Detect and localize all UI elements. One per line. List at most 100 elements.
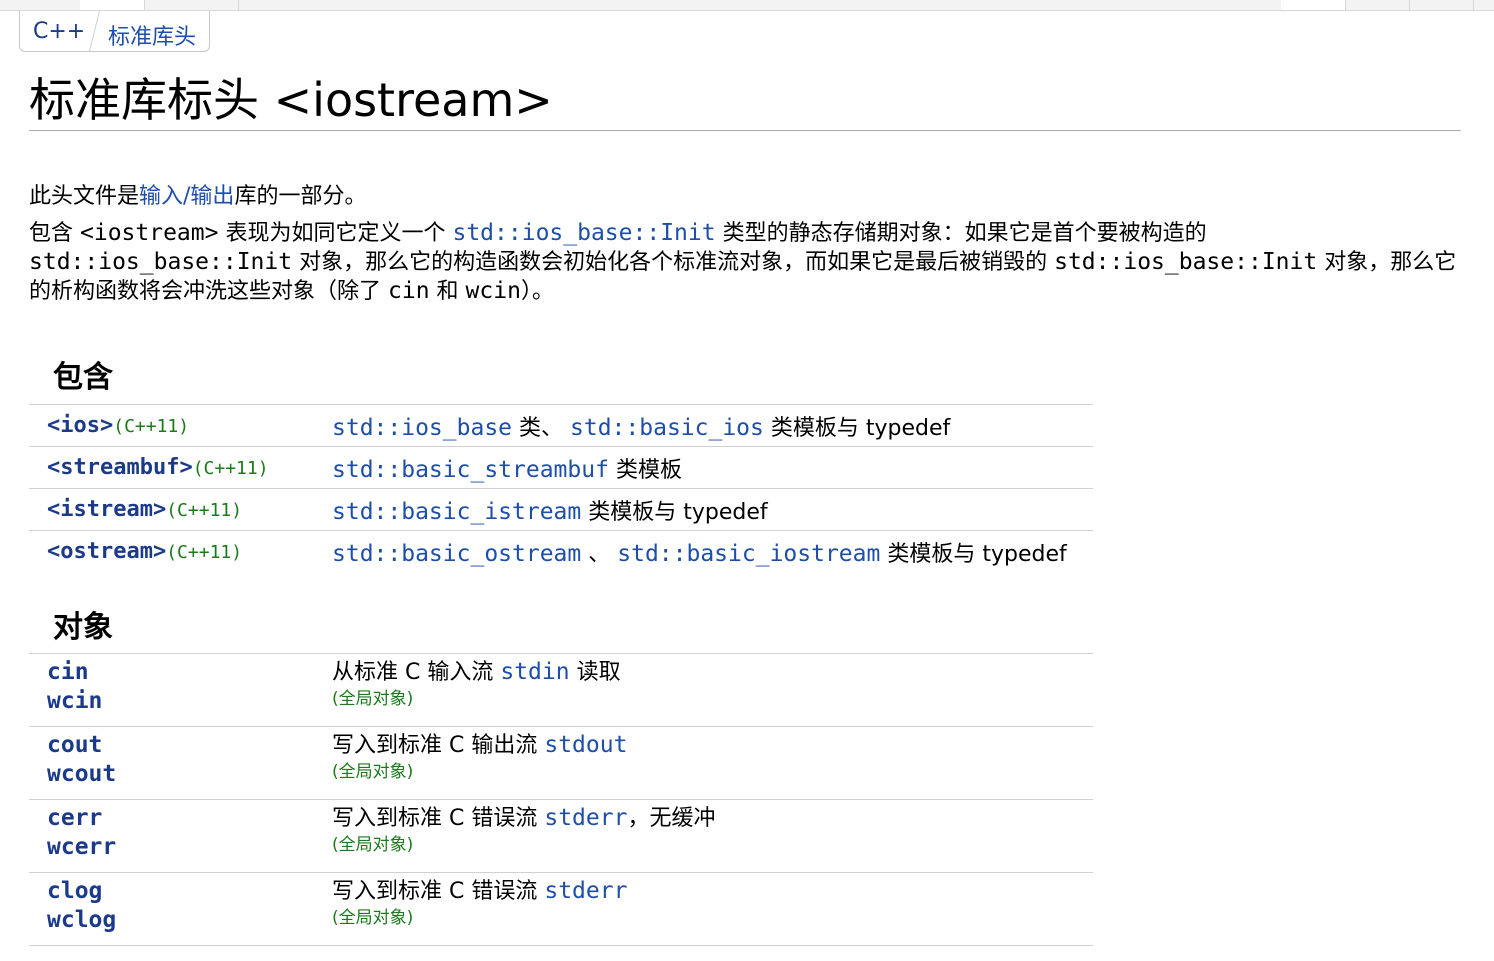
class-link[interactable]: std::basic_istream bbox=[332, 499, 581, 525]
object-description: 写入到标准 C 错误流 stderr bbox=[332, 877, 1093, 906]
desc-text: 写入到标准 C 输出流 bbox=[332, 733, 545, 758]
top-tab-segment bbox=[1345, 0, 1410, 10]
page-title-header: <iostream> bbox=[273, 73, 553, 127]
include-header-link[interactable]: <istream> bbox=[47, 497, 166, 522]
table-row: cin wcin 从标准 C 输入流 stdin 读取 (全局对象) bbox=[29, 653, 1093, 727]
intro-paragraph: 此头文件是输入/输出库的一部分。 bbox=[29, 178, 366, 210]
object-description: 写入到标准 C 输出流 stdout bbox=[332, 731, 1093, 760]
include-header-cell: <istream>(C++11) bbox=[29, 488, 332, 531]
table-row: cout wcout 写入到标准 C 输出流 stdout (全局对象) bbox=[29, 726, 1093, 800]
intro-text-end: 库的一部分。 bbox=[234, 184, 367, 209]
desc-code: <iostream> bbox=[80, 220, 219, 246]
include-desc-cell: std::basic_streambuf 类模板 bbox=[332, 446, 1093, 489]
desc-text: 写入到标准 C 错误流 bbox=[332, 806, 545, 831]
objects-heading: 对象 bbox=[53, 610, 113, 645]
desc-text: 和 bbox=[429, 279, 466, 304]
page-title-prefix: 标准库标头 bbox=[29, 73, 259, 127]
include-desc-cell: std::basic_istream 类模板与 typedef bbox=[332, 488, 1093, 531]
class-link[interactable]: std::basic_streambuf bbox=[332, 457, 609, 483]
top-tab-segment bbox=[80, 0, 145, 10]
includes-heading: 包含 bbox=[53, 360, 113, 395]
object-name-cell: cerr wcerr bbox=[29, 799, 332, 873]
version-badge: (C++11) bbox=[166, 500, 243, 521]
global-object-note: (全局对象) bbox=[332, 689, 414, 709]
include-header-link[interactable]: <streambuf> bbox=[47, 455, 193, 480]
object-name-cell: cout wcout bbox=[29, 726, 332, 800]
breadcrumb-cpp-link[interactable]: C++ bbox=[33, 19, 85, 44]
desc-code: std::ios_base::Init bbox=[1054, 249, 1318, 275]
breadcrumb: C++ 标准库头 bbox=[19, 11, 210, 52]
description-paragraph: 包含 <iostream> 表现为如同它定义一个 std::ios_base::… bbox=[29, 219, 1461, 306]
stream-link[interactable]: stderr bbox=[544, 805, 627, 831]
io-library-link[interactable]: 输入/输出 bbox=[139, 184, 234, 209]
breadcrumb-separator bbox=[89, 11, 100, 51]
desc-text: 类型的静态存储期对象：如果它是首个要被构造的 bbox=[715, 221, 1207, 246]
desc-text: 类、 bbox=[512, 415, 571, 441]
version-badge: (C++11) bbox=[166, 542, 243, 563]
includes-table: <ios>(C++11) std::ios_base 类、 std::basic… bbox=[29, 404, 1093, 572]
desc-text: 类模板与 typedef bbox=[581, 499, 768, 525]
object-link[interactable]: cout bbox=[47, 731, 332, 760]
class-link[interactable]: std::basic_iostream bbox=[617, 541, 880, 567]
intro-text: 此头文件是 bbox=[29, 184, 140, 209]
global-object-note: (全局对象) bbox=[332, 762, 414, 782]
object-link[interactable]: clog bbox=[47, 877, 332, 906]
object-link[interactable]: wclog bbox=[47, 906, 332, 935]
desc-text: 类模板与 typedef bbox=[763, 415, 951, 441]
top-tab-segment bbox=[1409, 0, 1474, 10]
table-row: <istream>(C++11) std::basic_istream 类模板与… bbox=[29, 488, 1093, 531]
browser-top-strip bbox=[0, 0, 1494, 11]
version-badge: (C++11) bbox=[113, 416, 190, 437]
breadcrumb-std-headers-link[interactable]: 标准库头 bbox=[108, 19, 196, 51]
desc-text: 写入到标准 C 错误流 bbox=[332, 879, 545, 904]
stream-link[interactable]: stdout bbox=[544, 732, 627, 758]
desc-text: ）。 bbox=[520, 279, 554, 304]
object-link[interactable]: cerr bbox=[47, 804, 332, 833]
objects-table: cin wcin 从标准 C 输入流 stdin 读取 (全局对象) cout wco… bbox=[29, 653, 1093, 946]
table-row: clog wclog 写入到标准 C 错误流 stderr (全局对象) bbox=[29, 872, 1093, 946]
top-tab-segment bbox=[144, 0, 239, 10]
include-header-cell: <ostream>(C++11) bbox=[29, 530, 332, 572]
table-row: <ostream>(C++11) std::basic_ostream 、 st… bbox=[29, 530, 1093, 572]
desc-code: wcin bbox=[465, 278, 521, 304]
class-link[interactable]: std::basic_ios bbox=[570, 415, 764, 441]
include-desc-cell: std::ios_base 类、 std::basic_ios 类模板与 typ… bbox=[332, 404, 1093, 447]
desc-text: ，无缓冲 bbox=[627, 806, 716, 831]
top-tab-segment bbox=[0, 0, 81, 10]
include-header-link[interactable]: <ios> bbox=[47, 413, 113, 438]
table-row: <streambuf>(C++11) std::basic_streambuf … bbox=[29, 446, 1093, 489]
object-link[interactable]: wcout bbox=[47, 760, 332, 789]
ios-base-init-link[interactable]: std::ios_base::Init bbox=[452, 220, 715, 246]
object-name-cell: clog wclog bbox=[29, 872, 332, 946]
object-description: 从标准 C 输入流 stdin 读取 bbox=[332, 658, 1093, 687]
desc-text: 类模板与 typedef bbox=[880, 541, 1067, 567]
object-link[interactable]: wcerr bbox=[47, 833, 332, 862]
table-row: cerr wcerr 写入到标准 C 错误流 stderr，无缓冲 (全局对象) bbox=[29, 799, 1093, 873]
include-header-link[interactable]: <ostream> bbox=[47, 539, 166, 564]
top-tab-segment bbox=[1281, 0, 1346, 10]
desc-code: std::ios_base::Init bbox=[29, 249, 293, 275]
object-desc-cell: 从标准 C 输入流 stdin 读取 (全局对象) bbox=[332, 653, 1093, 727]
desc-text: 对象，那么它的构造函数会初始化各个标准流对象，而如果它是最后被销毁的 bbox=[292, 250, 1055, 275]
include-header-cell: <ios>(C++11) bbox=[29, 404, 332, 447]
desc-text: 包含 bbox=[29, 221, 80, 246]
desc-text: 表现为如同它定义一个 bbox=[218, 221, 453, 246]
object-link[interactable]: wcin bbox=[47, 687, 332, 716]
include-header-cell: <streambuf>(C++11) bbox=[29, 446, 332, 489]
object-link[interactable]: cin bbox=[47, 658, 332, 687]
version-badge: (C++11) bbox=[192, 458, 269, 479]
table-row: <ios>(C++11) std::ios_base 类、 std::basic… bbox=[29, 404, 1093, 447]
stream-link[interactable]: stdin bbox=[500, 659, 569, 685]
desc-text: 、 bbox=[581, 541, 618, 567]
object-desc-cell: 写入到标准 C 错误流 stderr (全局对象) bbox=[332, 872, 1093, 946]
class-link[interactable]: std::basic_ostream bbox=[332, 541, 581, 567]
object-description: 写入到标准 C 错误流 stderr，无缓冲 bbox=[332, 804, 1093, 833]
include-desc-cell: std::basic_ostream 、 std::basic_iostream… bbox=[332, 530, 1093, 572]
desc-code: cin bbox=[388, 278, 430, 304]
desc-text: 从标准 C 输入流 bbox=[332, 660, 501, 685]
object-desc-cell: 写入到标准 C 错误流 stderr，无缓冲 (全局对象) bbox=[332, 799, 1093, 873]
stream-link[interactable]: stderr bbox=[544, 878, 627, 904]
class-link[interactable]: std::ios_base bbox=[332, 415, 512, 441]
global-object-note: (全局对象) bbox=[332, 835, 414, 855]
global-object-note: (全局对象) bbox=[332, 908, 414, 928]
